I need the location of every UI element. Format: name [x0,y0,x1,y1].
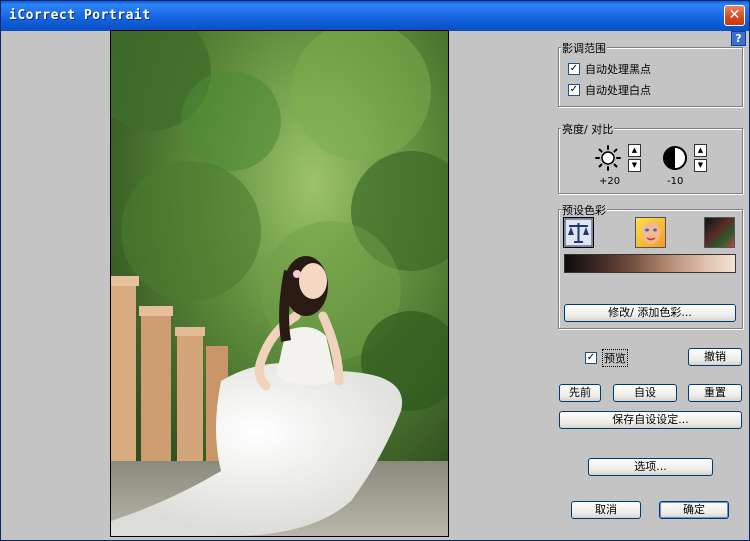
black-point-row[interactable]: ✓ 自动处理黑点 [568,61,651,77]
tone-range-title: 影调范围 [561,40,607,56]
white-point-label: 自动处理白点 [585,84,651,97]
brightness-up-button[interactable]: ▲ [628,144,641,157]
brightness-sun-icon [595,145,621,171]
photo-preview [110,30,449,537]
ok-button[interactable]: 确定 [659,501,729,519]
reset-button[interactable]: 重置 [688,384,742,402]
custom-button[interactable]: 自设 [613,384,677,402]
window-title: iCorrect Portrait [9,8,151,23]
skin-tone-gradient[interactable] [564,254,736,273]
white-point-checkbox[interactable]: ✓ [568,84,580,96]
contrast-value: -10 [667,176,684,187]
help-icon[interactable]: ? [731,31,746,46]
close-button[interactable]: ✕ [724,5,745,26]
tone-range-group: 影调范围 [558,40,743,107]
cancel-button[interactable]: 取消 [571,501,641,519]
preview-label: 预览 [602,349,628,367]
save-custom-button[interactable]: 保存自设设定... [559,411,742,429]
color-swatch-icon[interactable] [704,217,735,248]
black-point-checkbox[interactable]: ✓ [568,63,580,75]
brightness-down-button[interactable]: ▼ [628,159,641,172]
edit-add-color-button[interactable]: 修改∕ 添加色彩... [564,304,736,322]
preview-checkbox[interactable]: ✓ [585,352,597,364]
contrast-half-circle-icon [663,146,687,170]
preset-colors-title: 预设色彩 [561,202,607,218]
before-button[interactable]: 先前 [559,384,601,402]
brightness-value: +20 [599,176,621,187]
icorrect-portrait-dialog: iCorrect Portrait ✕ ? 影调范围 ✓ 自动处理黑点 ✓ 自动… [0,0,750,541]
portrait-photo [111,31,448,536]
scales-icon[interactable] [563,217,594,248]
black-point-label: 自动处理黑点 [585,63,651,76]
white-point-row[interactable]: ✓ 自动处理白点 [568,82,651,98]
skin-face-icon[interactable] [635,217,666,248]
brightness-contrast-group: 亮度∕ 对比 [558,121,743,194]
brightness-contrast-title: 亮度∕ 对比 [561,121,615,137]
title-bar[interactable]: iCorrect Portrait ✕ [1,1,749,31]
options-button[interactable]: 选项... [588,458,713,476]
contrast-up-button[interactable]: ▲ [694,144,707,157]
undo-button[interactable]: 撤销 [688,348,742,366]
preview-row[interactable]: ✓ 预览 [585,349,628,367]
contrast-down-button[interactable]: ▼ [694,159,707,172]
